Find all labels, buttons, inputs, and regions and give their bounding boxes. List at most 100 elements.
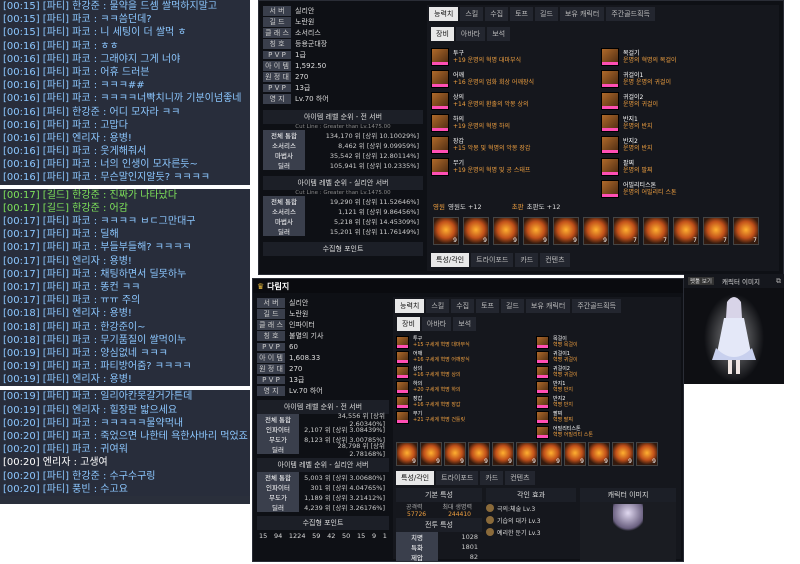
info-value: 270 [295,72,309,81]
gem-icon[interactable]: 9 [564,442,586,466]
gem-level: 9 [652,458,656,465]
equipment-detail: 혁명 귀걸이 [553,357,578,363]
info-key: 아 이 템 [257,352,285,363]
equipment-item[interactable]: 투구 +19 운명의 혁명 대마부식 [431,47,601,67]
gem-icon[interactable]: 9 [553,217,579,245]
equipment-item[interactable]: 상의 +16 구세계 혁명 상의 [396,365,536,379]
gem-icon[interactable]: 9 [523,217,549,245]
tab[interactable]: 카드 [480,471,504,485]
gem-icon[interactable]: 9 [420,442,442,466]
tab[interactable]: 컨텐츠 [540,253,570,267]
rank-key: 마법사 [263,150,305,160]
tab[interactable]: 주간골드획득 [606,7,655,21]
info-value: 1,592.50 [295,61,327,70]
info-value: 노란원 [289,309,309,318]
equipment-item[interactable]: 어깨 +16 운명의 업화 회상 어깨장식 [431,69,601,89]
pet-button[interactable]: 펫툴 보기 [688,277,714,285]
tab[interactable]: 특성/각인 [396,471,435,485]
info-row: 서 버 실리안 [257,297,389,308]
tab[interactable]: 수집 [485,7,509,21]
engrave-icon [486,504,494,512]
equipment-item[interactable]: 하의 +20 구세계 혁명 하의 [396,380,536,394]
equipment-item[interactable]: 반지2 운명의 반지 [601,135,771,155]
tab[interactable]: 보석 [453,317,477,331]
tab[interactable]: 트라이포드 [436,471,479,485]
equipment-item[interactable]: 귀걸이2 혁명 귀걸이 [536,365,676,379]
equipment-item[interactable]: 하의 +19 운명의 혁명 하의 [431,113,601,133]
tab[interactable]: 장비 [397,317,420,331]
tab[interactable]: 보석 [487,27,511,41]
gem-icon[interactable]: 9 [636,442,658,466]
tab[interactable]: 아바타 [455,27,486,41]
tab[interactable]: 스킬 [426,299,450,313]
tab[interactable]: 길드 [501,299,524,313]
equipment-item[interactable]: 어빌리티스톤 혁명 어빌리티 스톤 [536,425,676,439]
gem-icon[interactable]: 7 [643,217,669,245]
tab[interactable]: 길드 [535,7,558,21]
equipment-item[interactable]: 팔찌 혁명 팔찌 [536,410,676,424]
equipment-item[interactable]: 무기 +21 구세계 혁명 건틀릿 [396,410,536,424]
equipment-item[interactable]: 무기 +19 운명의 혁명 및 공 스태프 [431,157,601,177]
gem-icon[interactable]: 9 [493,217,519,245]
bottom-gem-row: 9 9 9 9 9 9 9 9 9 9 9 [393,440,681,468]
equipment-detail: +19 운명의 혁명 대마부식 [453,57,522,64]
equipment-item[interactable]: 귀걸이1 혁명 귀걸이 [536,350,676,364]
rank-value: 1,189 위 [상위 3.21412%] [304,494,385,502]
engrave-name: 예리한 둔기 Lv.3 [497,529,541,537]
tab[interactable]: 아바타 [421,317,452,331]
gem-icon[interactable]: 9 [468,442,490,466]
tab[interactable]: 스킬 [460,7,484,21]
tab[interactable]: 주간골드획득 [572,299,621,313]
equipment-item[interactable]: 팔찌 운명의 팔찌 [601,157,771,177]
gem-icon[interactable]: 9 [433,217,459,245]
tab[interactable]: 카드 [515,253,539,267]
collect-value: 15 [259,532,268,540]
tab[interactable]: 트라이포드 [471,253,514,267]
collect-value: 9 [371,532,377,540]
gem-icon[interactable]: 9 [444,442,466,466]
gem-icon[interactable]: 7 [673,217,699,245]
equipment-item[interactable]: 반지1 혁명 반지 [536,380,676,394]
gem-icon[interactable]: 7 [733,217,759,245]
tab[interactable]: 특성/각인 [431,253,470,267]
tab[interactable]: 능력치 [429,7,459,21]
gem-icon[interactable]: 9 [516,442,538,466]
tab[interactable]: 능력치 [395,299,425,313]
tab[interactable]: 보유 캐릭터 [559,7,605,21]
tab[interactable]: 수집 [451,299,475,313]
bottom-character-window: ♛ 다림지 서 버 실리안 길 드 노란원 클 래 스 인파이터 칭 호 불멸의 기사 P V … [252,278,684,562]
equipment-item[interactable]: 투구 +15 구세계 혁명 대마부식 [396,335,536,349]
bottom-title-bar: ♛ 다림지 [253,279,683,293]
equipment-item[interactable]: 장갑 +16 구세계 혁명 장갑 [396,395,536,409]
chat-line: [00:16] [파티] 파코 : 고맙다 [0,118,250,132]
tab[interactable]: 토프 [510,7,533,21]
tab[interactable]: 컨텐츠 [505,471,535,485]
gem-icon[interactable]: 7 [613,217,639,245]
chat-line: [00:19] [파티] 엔리자 : 용병! [0,373,250,387]
tab[interactable]: 장비 [431,27,454,41]
tab[interactable]: 토프 [476,299,499,313]
gem-icon[interactable]: 9 [463,217,489,245]
equipment-item[interactable]: 장갑 +15 악몽 및 혁명의 악몽 장갑 [431,135,601,155]
equipment-item[interactable]: 목걸이 혁명 목걸이 [536,335,676,349]
equipment-item[interactable]: 목걸기 운명의 혁명의 목걸이 [601,47,771,67]
gem-icon[interactable]: 9 [588,442,610,466]
gem-icon[interactable]: 9 [396,442,418,466]
gem-icon[interactable]: 9 [612,442,634,466]
equipment-item[interactable]: 반지2 혁명 반지 [536,395,676,409]
gem-icon[interactable]: 7 [703,217,729,245]
info-key: 서 버 [257,297,285,308]
equipment-item[interactable]: 반지1 운명의 반지 [601,113,771,133]
gem-icon[interactable]: 9 [492,442,514,466]
equipment-item[interactable]: 귀걸이2 운명의 귀걸이 [601,91,771,111]
tab[interactable]: 보유 캐릭터 [525,299,571,313]
info-value: 270 [289,364,303,373]
equipment-item[interactable]: 귀걸이1 운명 운명의 귀걸이 [601,69,771,89]
rank-key: 인파이터 [257,424,299,434]
equipment-item[interactable]: 상의 +14 운명의 환출의 악몽 상의 [431,91,601,111]
copy-icon[interactable]: ⧉ [776,277,781,286]
gem-icon[interactable]: 9 [540,442,562,466]
equipment-item[interactable]: 어빌리티스톤 운명의 어빌리티 스톤 [601,179,771,199]
equipment-item[interactable]: 어깨 +16 구세계 혁명 어깨장식 [396,350,536,364]
gem-icon[interactable]: 9 [583,217,609,245]
